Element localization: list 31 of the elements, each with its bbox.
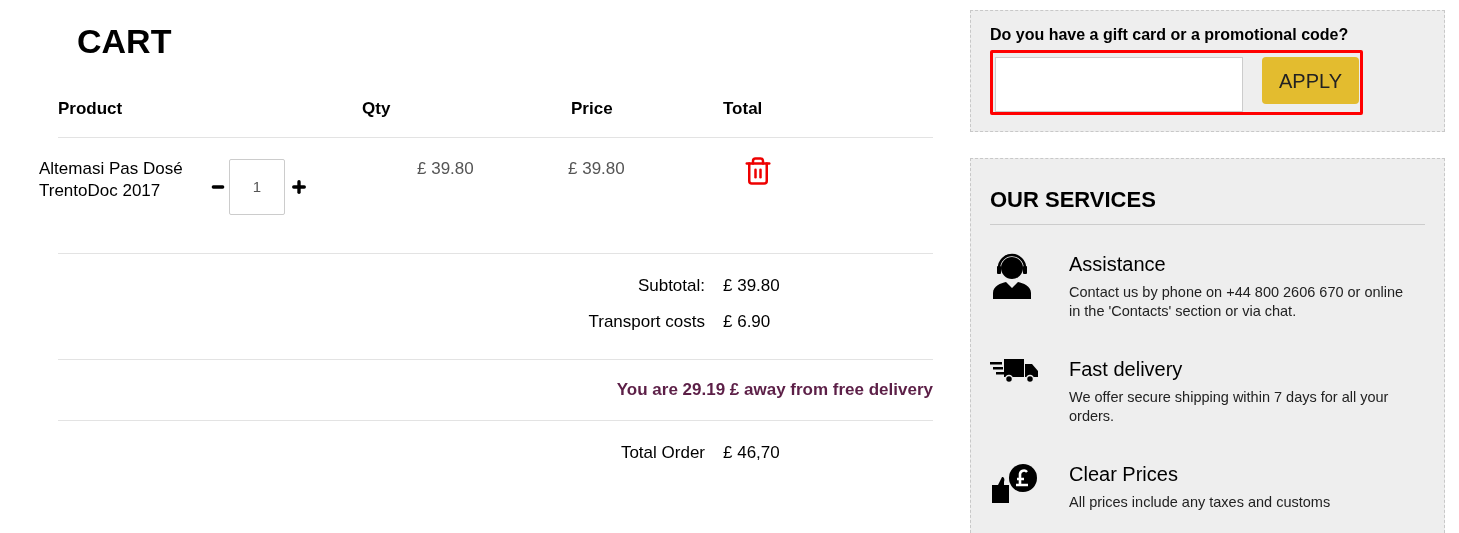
service-title: Clear Prices <box>1069 462 1179 487</box>
page-title: CART <box>77 24 173 58</box>
delete-icon[interactable] <box>743 156 773 186</box>
service-description: We offer secure shipping within 7 days for all your orders. <box>1069 388 1390 426</box>
column-header: Price <box>571 98 613 120</box>
column-header: Qty <box>362 98 391 120</box>
unit-price: £ 39.80 <box>417 158 475 180</box>
column-header: Total <box>723 98 763 120</box>
service-description: Contact us by phone on +44 800 2606 670 or online in the 'Contacts' section or via chat. <box>1069 283 1405 321</box>
services-heading: OUR SERVICES <box>990 186 1425 225</box>
support-agent-icon <box>990 253 1034 299</box>
column-header: Product <box>58 98 123 120</box>
service-title: Assistance <box>1069 252 1167 277</box>
summary-label: Subtotal: <box>636 275 705 297</box>
total-label: Total Order <box>619 442 705 464</box>
summary-label: Transport costs <box>587 310 705 333</box>
promo-code-field[interactable] <box>995 57 1243 112</box>
promo-question: Do you have a gift card or a promotional code? <box>990 25 1350 45</box>
free-delivery-notice: You are 29.19 £ away from free delivery <box>616 379 933 402</box>
total-value: £ 46,70 <box>723 442 780 464</box>
product-name: Altemasi Pas Dosé TrentoDoc 2017 <box>39 158 184 202</box>
truck-icon <box>990 358 1038 384</box>
service-title: Fast delivery <box>1069 357 1184 382</box>
apply-button[interactable]: APPLY <box>1262 57 1359 104</box>
service-description: All prices include any taxes and customs <box>1069 493 1332 512</box>
quantity-field[interactable]: 1 <box>229 159 285 215</box>
summary-value: £ 6.90 <box>723 310 771 333</box>
summary-value: £ 39.80 <box>723 275 780 297</box>
plus-icon[interactable] <box>290 178 308 196</box>
thumbs-up-coin-icon <box>990 463 1040 503</box>
line-total: £ 39.80 <box>568 158 626 180</box>
